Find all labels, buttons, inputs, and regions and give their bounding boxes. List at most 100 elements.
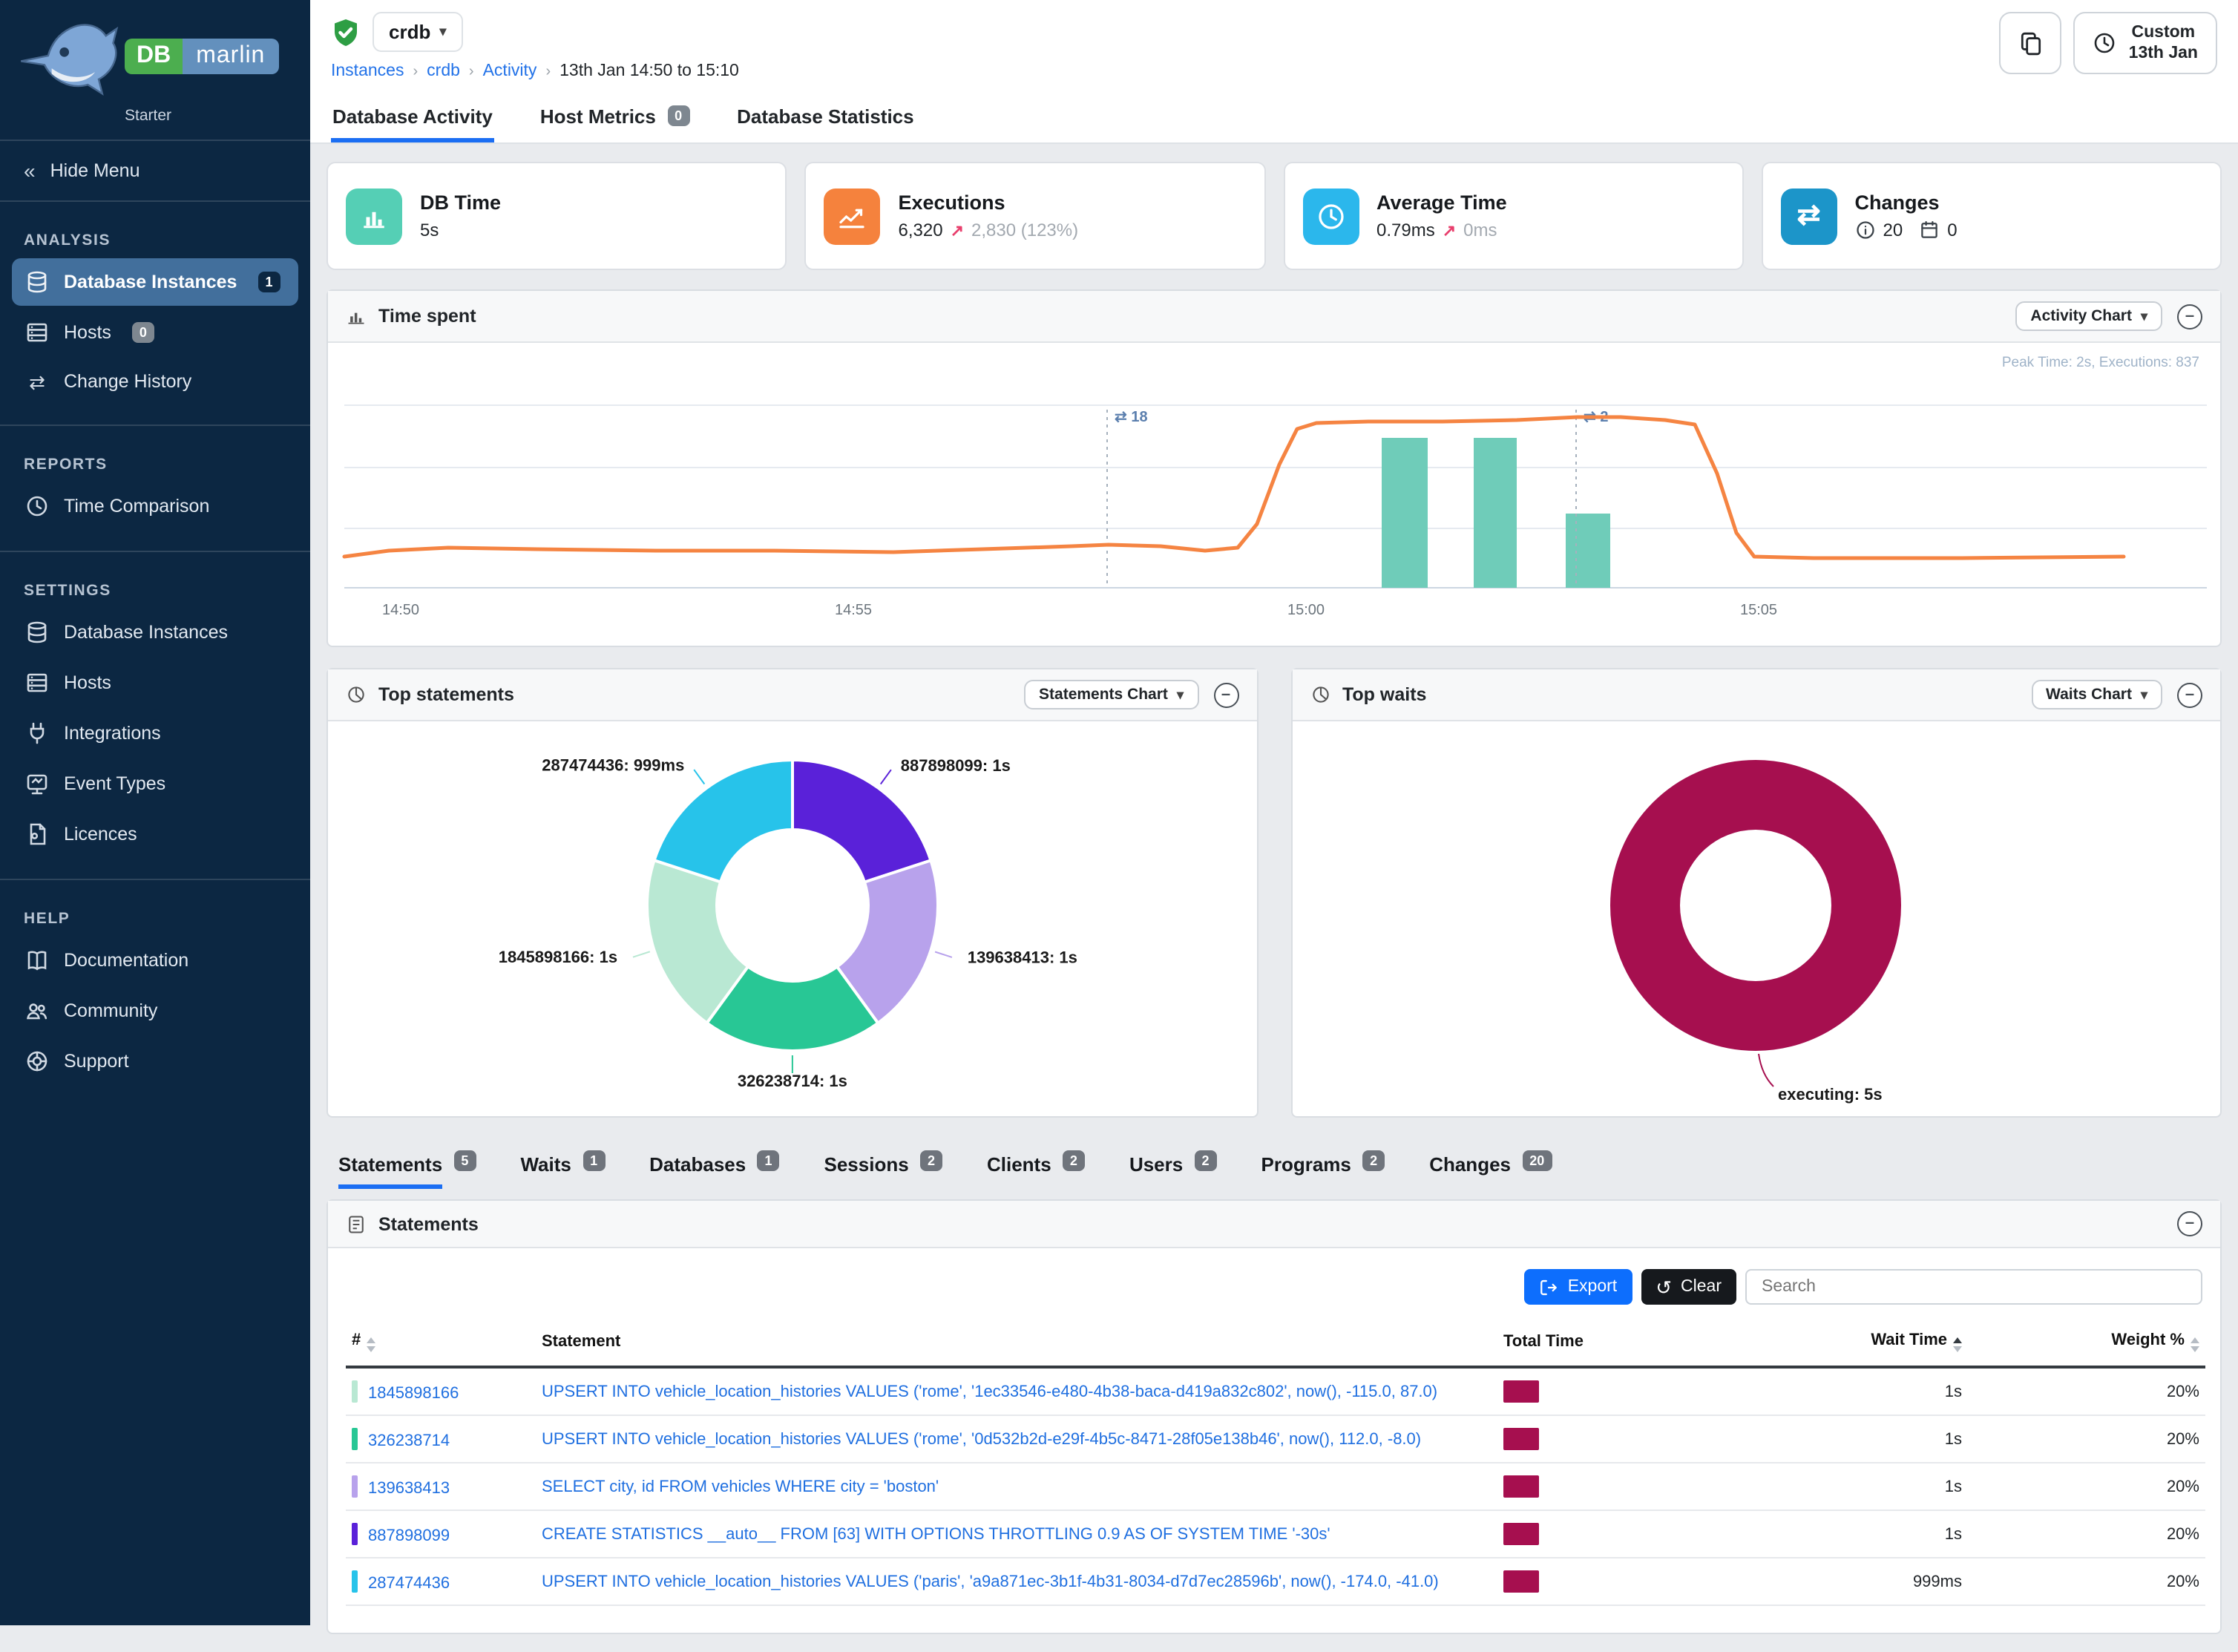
tab-databases[interactable]: Databases 1 <box>649 1153 779 1184</box>
change-arrows-icon: ⇄ <box>1781 188 1837 244</box>
total-time-bar <box>1503 1380 1539 1403</box>
waits-chart-select[interactable]: Waits Chart▾ <box>2031 680 2162 709</box>
statement-link[interactable]: UPSERT INTO vehicle_location_histories V… <box>542 1573 1439 1590</box>
statement-id-link[interactable]: 326238714 <box>368 1432 450 1450</box>
card-delta: 2,830 (123%) <box>971 220 1078 240</box>
time-range-button[interactable]: Custom 13th Jan <box>2074 12 2217 74</box>
breadcrumb-crdb[interactable]: crdb <box>427 62 460 80</box>
sidebar-item-documentation[interactable]: Documentation <box>12 937 298 984</box>
collapse-panel-icon[interactable]: – <box>2177 1211 2202 1236</box>
tab-database-activity[interactable]: Database Activity <box>331 99 494 142</box>
top-statements-donut[interactable]: 887898099: 1s139638413: 1s326238714: 1s1… <box>334 721 1251 1116</box>
column-header-wait-time[interactable]: Wait Time <box>1753 1322 1968 1367</box>
breadcrumb-timerange: 13th Jan 14:50 to 15:10 <box>560 62 739 80</box>
sidebar-item-change-history[interactable]: ⇄ Change History <box>12 359 298 404</box>
tab-waits[interactable]: Waits 1 <box>520 1153 605 1184</box>
statement-link[interactable]: CREATE STATISTICS __auto__ FROM [63] WIT… <box>542 1525 1330 1543</box>
column-header-weight[interactable]: Weight % <box>1968 1322 2205 1367</box>
export-button[interactable]: Export <box>1525 1269 1632 1305</box>
svg-text:15:05: 15:05 <box>1740 602 1777 618</box>
weight-value: 20% <box>1968 1415 2205 1463</box>
statement-link[interactable]: SELECT city, id FROM vehicles WHERE city… <box>542 1478 939 1495</box>
tab-users[interactable]: Users 2 <box>1129 1153 1217 1184</box>
section-title: ANALYSIS <box>24 232 286 249</box>
chevron-down-icon: ▾ <box>1177 686 1184 703</box>
sidebar-item-label: Support <box>64 1051 129 1072</box>
table-row: 287474436 UPSERT INTO vehicle_location_h… <box>346 1558 2205 1605</box>
sidebar-item-database-instances-settings[interactable]: Database Instances <box>12 609 298 656</box>
sidebar-section-reports: REPORTS Time Comparison <box>0 426 310 551</box>
card-title: Executions <box>899 191 1079 214</box>
calendar-icon[interactable] <box>1919 220 1940 240</box>
sidebar-item-time-comparison[interactable]: Time Comparison <box>12 482 298 530</box>
tab-database-statistics[interactable]: Database Statistics <box>735 99 915 142</box>
card-db-time: DB Time 5s <box>326 162 787 270</box>
detail-tabs: Statements 5 Waits 1 Databases 1 Session… <box>338 1153 2210 1184</box>
hide-menu-button[interactable]: « Hide Menu <box>0 141 310 200</box>
sidebar-item-integrations[interactable]: Integrations <box>12 709 298 757</box>
sidebar-item-hosts-settings[interactable]: Hosts <box>12 659 298 707</box>
sidebar-item-licences[interactable]: Licences <box>12 810 298 858</box>
sidebar-section-help: HELP Documentation Community Support <box>0 880 310 1106</box>
instance-selector[interactable]: crdb ▾ <box>373 12 462 52</box>
sidebar-item-database-instances[interactable]: Database Instances 1 <box>12 258 298 306</box>
sidebar-item-hosts[interactable]: Hosts 0 <box>12 309 298 356</box>
info-icon[interactable] <box>1855 220 1876 240</box>
breadcrumb-activity[interactable]: Activity <box>483 62 537 80</box>
panel-title: Time spent <box>378 306 476 327</box>
statement-id-link[interactable]: 139638413 <box>368 1480 450 1498</box>
svg-text:14:55: 14:55 <box>835 602 872 618</box>
tab-statements[interactable]: Statements 5 <box>338 1153 476 1184</box>
sidebar-item-support[interactable]: Support <box>12 1038 298 1085</box>
clear-button[interactable]: ↺ Clear <box>1641 1269 1736 1305</box>
server-icon <box>25 671 49 695</box>
activity-chart-select[interactable]: Activity Chart▾ <box>2015 301 2162 331</box>
panel-title: Top waits <box>1342 684 1426 705</box>
app-logo: DB marlin <box>0 0 310 116</box>
svg-text:326238714: 1s: 326238714: 1s <box>737 1072 847 1090</box>
svg-text:⇄ 18: ⇄ 18 <box>1115 409 1148 425</box>
sidebar-item-event-types[interactable]: Event Types <box>12 760 298 807</box>
top-statements-panel: Top statements Statements Chart▾ – 88789… <box>326 668 1258 1118</box>
column-header-total-time[interactable]: Total Time <box>1486 1322 1753 1367</box>
tab-sessions[interactable]: Sessions 2 <box>824 1153 942 1184</box>
statement-id-link[interactable]: 287474436 <box>368 1575 450 1593</box>
search-input[interactable] <box>1745 1269 2202 1305</box>
tab-changes[interactable]: Changes 20 <box>1429 1153 1552 1184</box>
statement-id-link[interactable]: 887898099 <box>368 1527 450 1545</box>
tab-host-metrics[interactable]: Host Metrics 0 <box>539 99 691 142</box>
sidebar-item-label: Time Comparison <box>64 496 209 517</box>
copy-icon <box>2018 30 2044 56</box>
card-executions: Executions 6,320 ↗ 2,830 (123%) <box>805 162 1266 270</box>
people-icon <box>25 999 49 1023</box>
instance-name: crdb <box>389 21 430 43</box>
statement-link[interactable]: UPSERT INTO vehicle_location_histories V… <box>542 1383 1437 1400</box>
clock-icon <box>25 494 49 518</box>
collapse-panel-icon[interactable]: – <box>2177 682 2202 707</box>
collapse-panel-icon[interactable]: – <box>1213 682 1238 707</box>
column-header-statement[interactable]: Statement <box>524 1322 1486 1367</box>
sort-icon <box>367 1337 375 1352</box>
metric-cards: DB Time 5s Executions 6,320 ↗ 2,830 (123… <box>326 162 2222 270</box>
page-header: crdb ▾ Instances› crdb› Activity› 13th J… <box>310 0 2238 94</box>
copy-link-button[interactable] <box>2000 12 2062 74</box>
lifebuoy-icon <box>25 1049 49 1073</box>
statement-link[interactable]: UPSERT INTO vehicle_location_histories V… <box>542 1430 1421 1448</box>
column-header-id[interactable]: # <box>346 1322 524 1367</box>
time-spent-chart[interactable]: ⇄ 18⇄ 214:5014:5515:0015:05 <box>328 343 2223 646</box>
table-row: 1845898166 UPSERT INTO vehicle_location_… <box>346 1367 2205 1415</box>
logo-wordmark: DB marlin <box>125 39 278 74</box>
collapse-panel-icon[interactable]: – <box>2177 304 2202 329</box>
statement-color-chip <box>352 1523 358 1545</box>
statements-chart-select[interactable]: Statements Chart▾ <box>1024 680 1198 709</box>
bar-chart-icon <box>346 188 402 244</box>
statement-id-link[interactable]: 1845898166 <box>368 1385 459 1403</box>
top-waits-donut[interactable]: executing: 5s <box>1298 721 2215 1116</box>
tab-programs[interactable]: Programs 2 <box>1261 1153 1385 1184</box>
sidebar-item-community[interactable]: Community <box>12 987 298 1035</box>
tab-clients[interactable]: Clients 2 <box>987 1153 1085 1184</box>
sidebar-section-analysis: ANALYSIS Database Instances 1 Hosts 0 ⇄ … <box>0 202 310 425</box>
sort-icon <box>2191 1337 2199 1352</box>
breadcrumb-instances[interactable]: Instances <box>331 62 404 80</box>
primary-tabs: Database Activity Host Metrics 0 Databas… <box>310 94 2238 144</box>
